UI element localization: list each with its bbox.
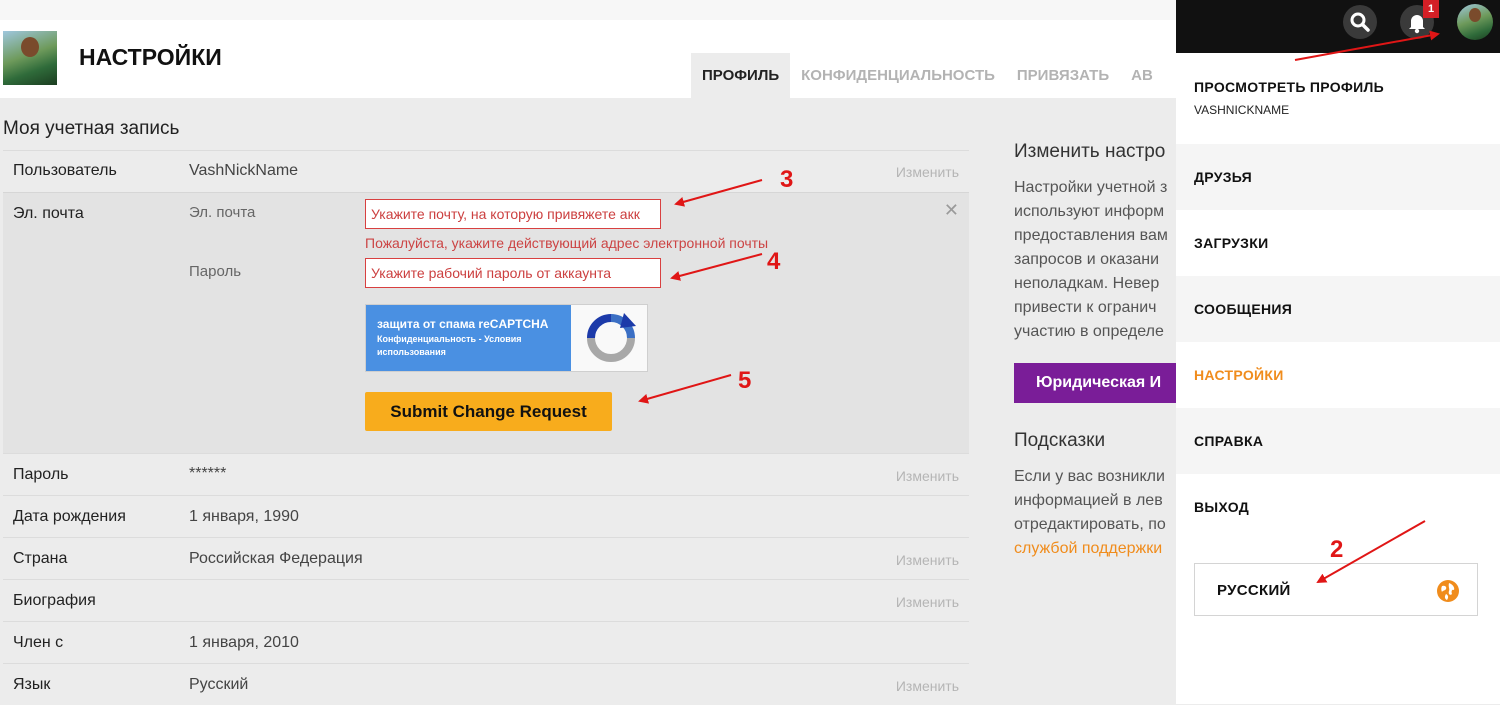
password-field-label: Пароль: [189, 263, 242, 280]
profile-avatar: [3, 31, 57, 85]
page-title: НАСТРОЙКИ: [79, 44, 222, 70]
menu-item-label: ВЫХОД: [1194, 499, 1249, 515]
text-line: неполадкам. Невер: [1014, 275, 1160, 292]
row-value: Российская Федерация: [189, 550, 363, 567]
text-line: отредактировать, по: [1014, 516, 1166, 533]
change-link[interactable]: Изменить: [896, 552, 959, 568]
email-field-label: Эл. почта: [189, 204, 256, 221]
row-label: Страна: [13, 550, 68, 567]
recaptcha-widget[interactable]: защита от спама reCAPTCHA Конфиденциальн…: [365, 304, 648, 372]
menu-item-label: СПРАВКА: [1194, 433, 1264, 449]
search-icon: [1350, 12, 1370, 32]
menu-item-label: ДРУЗЬЯ: [1194, 169, 1252, 185]
row-value: VashNickName: [189, 162, 299, 179]
support-link[interactable]: службой поддержки: [1014, 537, 1166, 561]
row-biography: Биография Изменить: [3, 579, 969, 622]
tab-profile[interactable]: ПРОФИЛЬ: [691, 53, 791, 98]
legal-info-button[interactable]: Юридическая И: [1014, 363, 1176, 403]
tips-text: Если у вас возникли информацией в лев от…: [1014, 465, 1166, 561]
language-label: РУССКИЙ: [1217, 582, 1291, 599]
text-line: привести к огранич: [1014, 299, 1157, 316]
change-link[interactable]: Изменить: [896, 164, 959, 180]
close-icon[interactable]: ✕: [944, 201, 959, 219]
text-line: Если у вас возникли: [1014, 468, 1165, 485]
text-line: участию в определе: [1014, 323, 1164, 340]
settings-tabs: ПРОФИЛЬ КОНФИДЕНЦИАЛЬНОСТЬ ПРИВЯЗАТЬ АВ: [691, 53, 1164, 98]
right-info-column: Изменить настро Настройки учетной з испо…: [1014, 140, 1176, 704]
password-input[interactable]: [365, 258, 661, 288]
row-value: Русский: [189, 676, 249, 693]
text-line: информацией в лев: [1014, 492, 1163, 509]
row-label: Пользователь: [13, 162, 117, 179]
email-error-message: Пожалуйста, укажите действующий адрес эл…: [365, 235, 769, 251]
menu-item-friends[interactable]: ДРУЗЬЯ: [1176, 144, 1500, 210]
dropdown-nickname: VASHNICKNAME: [1194, 103, 1290, 117]
annotation-number-5: 5: [738, 367, 752, 394]
section-title: Моя учетная запись: [3, 118, 180, 139]
menu-item-downloads[interactable]: ЗАГРУЗКИ: [1176, 210, 1500, 276]
search-button[interactable]: [1343, 5, 1377, 39]
text-line: запросов и оказани: [1014, 251, 1160, 268]
menu-item-help[interactable]: СПРАВКА: [1176, 408, 1500, 474]
menu-item-settings[interactable]: НАСТРОЙКИ: [1176, 342, 1500, 408]
recaptcha-banner: защита от спама reCAPTCHA Конфиденциальн…: [366, 305, 571, 371]
annotation-number-4: 4: [767, 248, 781, 275]
top-bar: [1176, 0, 1500, 53]
recaptcha-title: защита от спама reCAPTCHA: [377, 317, 549, 331]
user-dropdown-menu: ПРОСМОТРЕТЬ ПРОФИЛЬ VASHNICKNAME ДРУЗЬЯ …: [1176, 53, 1500, 704]
row-value: ******: [189, 465, 227, 482]
row-label: Биография: [13, 592, 96, 609]
email-input[interactable]: [365, 199, 661, 229]
text-line: используют информ: [1014, 203, 1165, 220]
tab-avatar[interactable]: АВ: [1120, 53, 1164, 98]
tips-heading: Подсказки: [1014, 430, 1106, 451]
row-password: Пароль ****** Изменить: [3, 453, 969, 496]
recaptcha-icon: [587, 313, 636, 362]
row-language: Язык Русский Изменить: [3, 663, 969, 705]
change-link[interactable]: Изменить: [896, 594, 959, 610]
text-line: Настройки учетной з: [1014, 179, 1168, 196]
page-header: НАСТРОЙКИ ПРОФИЛЬ КОНФИДЕНЦИАЛЬНОСТЬ ПРИ…: [0, 20, 1176, 98]
change-link[interactable]: Изменить: [896, 468, 959, 484]
language-selector[interactable]: РУССКИЙ: [1194, 563, 1478, 616]
submit-change-request-button[interactable]: Submit Change Request: [365, 392, 612, 431]
row-label: Дата рождения: [13, 508, 126, 525]
row-label: Член с: [13, 634, 64, 651]
row-member-since: Член с 1 января, 2010: [3, 621, 969, 664]
settings-info-text: Настройки учетной з используют информ пр…: [1014, 176, 1168, 344]
menu-item-label: СООБЩЕНИЯ: [1194, 301, 1293, 317]
annotation-number-2: 2: [1330, 536, 1344, 563]
text-line: предоставления вам: [1014, 227, 1168, 244]
row-value: 1 января, 2010: [189, 634, 299, 651]
change-link[interactable]: Изменить: [896, 678, 959, 694]
menu-item-label: ЗАГРУЗКИ: [1194, 235, 1269, 251]
globe-icon: [1437, 580, 1459, 602]
email-change-panel: Эл. почта ✕ Эл. почта Пожалуйста, укажит…: [3, 192, 969, 454]
row-value: 1 января, 1990: [189, 508, 299, 525]
tab-linked-accounts[interactable]: ПРИВЯЗАТЬ: [1006, 53, 1120, 98]
menu-item-logout[interactable]: ВЫХОД: [1176, 474, 1500, 540]
settings-info-heading: Изменить настро: [1014, 141, 1166, 162]
menu-item-label: НАСТРОЙКИ: [1194, 367, 1284, 383]
recaptcha-links[interactable]: Конфиденциальность - Условия использован…: [377, 333, 547, 359]
user-avatar-button[interactable]: [1457, 4, 1493, 40]
tab-privacy[interactable]: КОНФИДЕНЦИАЛЬНОСТЬ: [790, 53, 1006, 98]
row-label: Язык: [13, 676, 51, 693]
row-username: Пользователь VashNickName Изменить: [3, 150, 969, 193]
row-country: Страна Российская Федерация Изменить: [3, 537, 969, 580]
view-profile-link[interactable]: ПРОСМОТРЕТЬ ПРОФИЛЬ: [1194, 79, 1384, 95]
notification-count-badge: 1: [1423, 0, 1439, 18]
annotation-number-3: 3: [780, 166, 794, 193]
row-label: Пароль: [13, 466, 69, 483]
menu-item-messages[interactable]: СООБЩЕНИЯ: [1176, 276, 1500, 342]
row-birthdate: Дата рождения 1 января, 1990: [3, 495, 969, 538]
row-label: Эл. почта: [13, 205, 84, 222]
